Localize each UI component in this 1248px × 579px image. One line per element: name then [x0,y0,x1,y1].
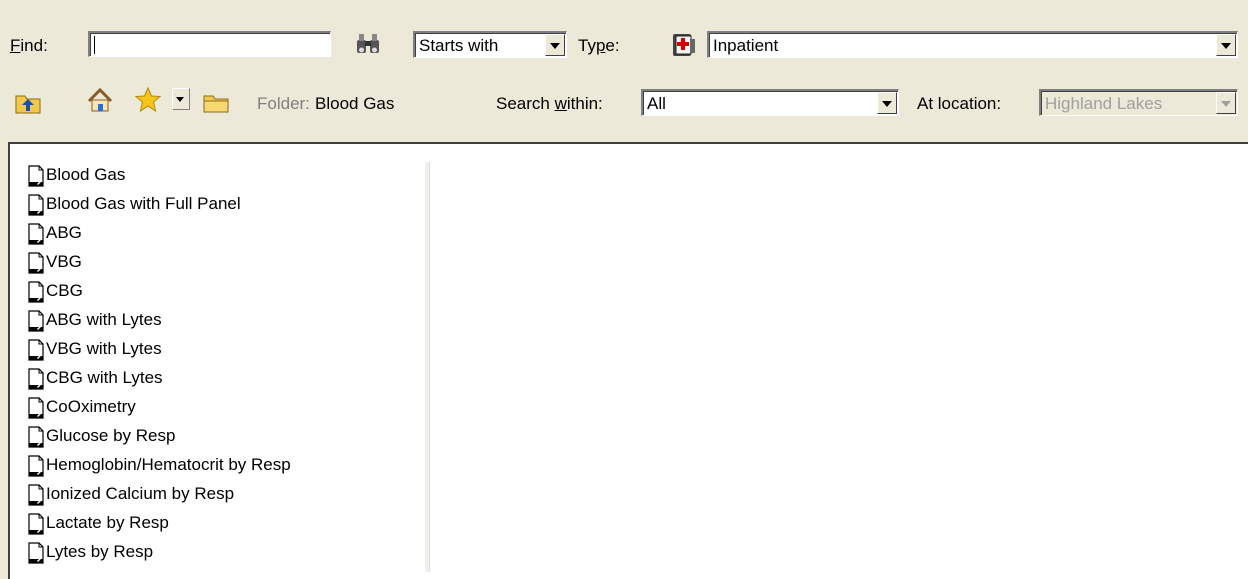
find-input[interactable] [88,31,331,57]
list-item-label: Ionized Calcium by Resp [46,484,235,503]
patient-chart-icon [673,34,695,56]
up-folder-icon [15,95,41,114]
document-icon [28,281,44,303]
list-item-label: ABG [46,223,82,242]
home-icon [87,87,113,112]
location-select: Highland Lakes [1039,89,1238,116]
binoculars-icon [357,34,379,53]
search-toolbar: Find: Starts with Type: Inpatient Folder… [0,0,1248,140]
document-icon [28,339,44,361]
list-item-label: CBG with Lytes [46,368,163,387]
find-label: Find: [10,36,48,55]
document-icon [28,310,44,332]
column-divider[interactable] [425,162,430,572]
chevron-down-icon[interactable] [1216,34,1236,56]
list-item-label: CBG [46,281,83,300]
chevron-down-icon[interactable] [877,92,897,114]
list-item-label: Lactate by Resp [46,513,169,532]
at-location-label: At location: [917,94,1002,113]
chevron-down-icon[interactable] [545,34,565,56]
document-icon [28,368,44,390]
match-mode-select[interactable]: Starts with [413,31,567,58]
list-item-label: Hemoglobin/Hematocrit by Resp [46,455,291,474]
list-item-label: VBG [46,252,82,271]
list-item-label: VBG with Lytes [46,339,162,358]
list-item-label: Blood Gas with Full Panel [46,194,241,213]
list-item-label: Blood Gas [46,165,126,184]
document-icon [28,397,44,419]
document-icon [28,426,44,448]
folder-label: Folder: [257,94,310,113]
type-label: Type: [578,36,620,55]
text-cursor [94,36,95,54]
chevron-down-icon [1216,92,1236,114]
folder-name: Blood Gas [315,94,395,113]
star-icon [134,86,162,113]
list-item-label: Glucose by Resp [46,426,176,445]
document-icon [28,455,44,477]
document-icon [28,484,44,506]
search-within-label: Search within: [496,94,603,113]
type-select[interactable]: Inpatient [707,31,1238,58]
document-icon [28,165,44,187]
folder-button[interactable] [200,86,232,118]
favorites-button[interactable] [132,84,164,116]
list-item-label: CoOximetry [46,397,136,416]
document-icon [28,252,44,274]
document-icon [28,542,44,564]
folder-icon [203,95,229,113]
list-item-label: Lytes by Resp [46,542,154,561]
results-panel: Blood Gas Blood Gas with Full Panel ABG … [8,142,1248,579]
list-item-label: ABG with Lytes [46,310,162,329]
document-icon [28,194,44,216]
find-button[interactable] [352,29,384,61]
document-icon [28,513,44,535]
document-icon [28,223,44,245]
up-folder-button[interactable] [12,86,44,118]
type-icon [670,30,698,58]
search-within-select[interactable]: All [641,89,899,116]
favorites-dropdown[interactable] [172,88,190,110]
home-button[interactable] [84,84,116,116]
